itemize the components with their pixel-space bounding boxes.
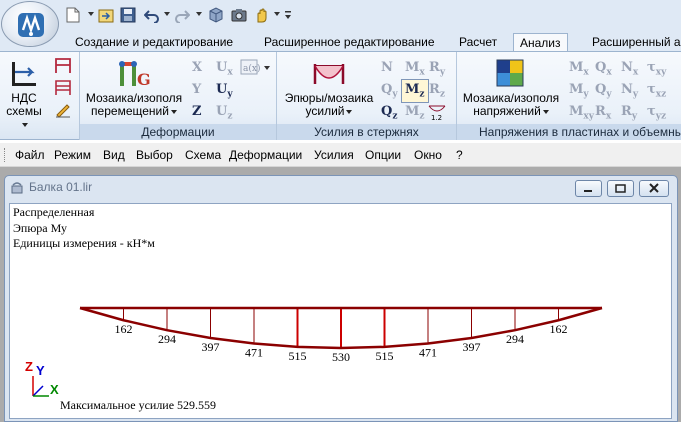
epure-value-label: 471 [245,346,263,360]
epure-plot: 162 294 397 471 515 530 515 471 397 294 162 Z Y X [25,306,603,397]
epure-value-label: 294 [506,332,524,346]
axis-z-label: Z [25,359,33,374]
epure-value-label: 294 [158,332,176,346]
epure-value-label: 530 [332,350,350,364]
epure-value-label: 397 [202,340,220,354]
epure-value-label: 162 [115,322,133,336]
axes-icon: Z Y X [25,359,59,397]
epure-value-label: 397 [463,340,481,354]
axis-x-label: X [50,382,59,397]
axis-y-label: Y [36,363,45,378]
epure-value-label: 471 [419,346,437,360]
epure-value-label: 515 [289,349,307,363]
lira-logo-icon [18,13,44,37]
epure-value-label: 162 [550,322,568,336]
epure-value-label: 515 [376,349,394,363]
app-menu-button[interactable] [1,1,59,47]
